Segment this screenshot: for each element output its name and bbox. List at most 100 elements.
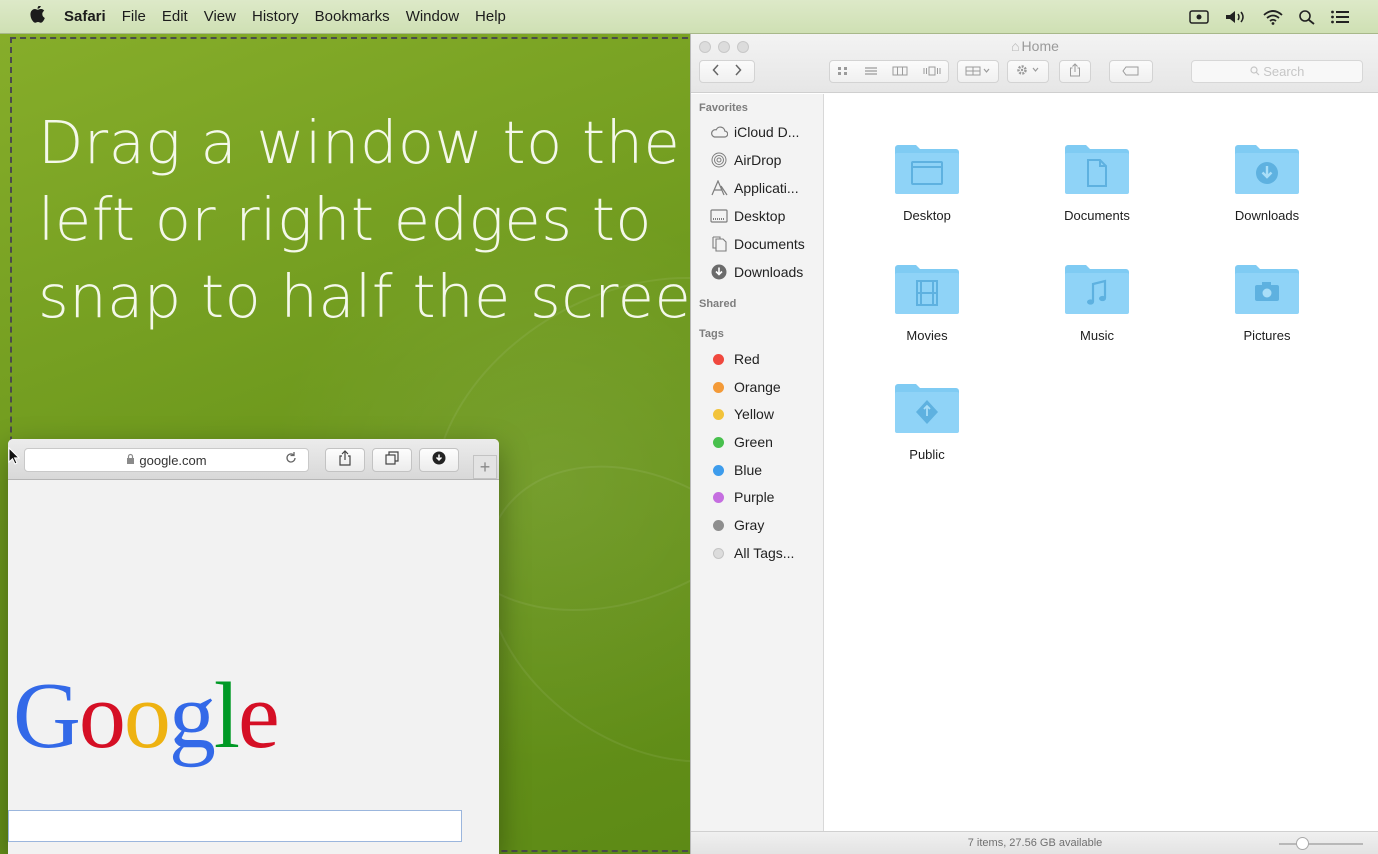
folder-icon (1065, 265, 1129, 314)
safari-window[interactable]: google.com + Google (8, 439, 499, 854)
cover-flow-icon[interactable] (923, 64, 941, 79)
sidebar-item-label: Green (734, 434, 773, 450)
list-view-icon[interactable] (864, 64, 878, 79)
sidebar-tag-green[interactable]: Green (709, 434, 773, 450)
menu-file[interactable]: File (122, 8, 146, 25)
sidebar-item-downloads[interactable]: Downloads (709, 264, 803, 280)
finder-titlebar[interactable]: ⌂ Home Search (691, 34, 1378, 93)
share-button[interactable] (325, 448, 365, 472)
gear-icon (1015, 64, 1041, 79)
spotlight-search-icon[interactable] (1298, 9, 1316, 25)
folder-downloads[interactable]: Downloads (1197, 142, 1337, 223)
folder-icon (1065, 145, 1129, 194)
menu-bookmarks[interactable]: Bookmarks (315, 8, 390, 25)
downloads-button[interactable] (419, 448, 459, 472)
search-icon (1249, 64, 1264, 79)
back-icon[interactable] (712, 64, 720, 79)
wifi-icon[interactable] (1262, 9, 1284, 25)
sidebar-item-label: Red (734, 351, 760, 367)
sidebar-item-icloud[interactable]: iCloud D... (709, 124, 799, 140)
cloud-icon (709, 124, 729, 140)
view-mode-buttons[interactable] (829, 60, 949, 83)
sidebar-tag-orange[interactable]: Orange (709, 379, 781, 395)
tag-color-dot (713, 547, 724, 559)
sidebar-tag-gray[interactable]: Gray (709, 517, 764, 533)
google-search-input[interactable] (8, 810, 462, 842)
folder-movies[interactable]: Movies (857, 262, 997, 343)
sidebar-item-label: Yellow (734, 406, 774, 422)
arrange-button[interactable] (957, 60, 999, 83)
search-placeholder: Search (1263, 64, 1305, 79)
sidebar-tag-purple[interactable]: Purple (709, 489, 774, 505)
sidebar-item-label: Blue (734, 462, 763, 478)
finder-share-button[interactable] (1059, 60, 1091, 83)
shared-heading: Shared (699, 298, 737, 310)
tags-heading: Tags (699, 328, 724, 340)
sidebar-item-label: Purple (734, 489, 775, 505)
address-bar[interactable]: google.com (24, 448, 309, 472)
menu-window[interactable]: Window (406, 8, 459, 25)
tag-color-dot (713, 519, 724, 531)
folder-pictures[interactable]: Pictures (1197, 262, 1337, 343)
reload-icon[interactable] (284, 451, 298, 469)
folder-label: Documents (1064, 208, 1130, 223)
menu-help[interactable]: Help (475, 8, 506, 25)
sidebar-tag-blue[interactable]: Blue (709, 462, 762, 478)
folder-public[interactable]: Public (857, 381, 997, 462)
sidebar-item-label: Desktop (734, 208, 786, 224)
sidebar-tag-yellow[interactable]: Yellow (709, 406, 774, 422)
address-text: google.com (139, 452, 207, 468)
sidebar-tag-all[interactable]: All Tags... (709, 545, 794, 561)
folder-icon (895, 265, 959, 314)
folder-label: Movies (906, 328, 948, 343)
folder-documents[interactable]: Documents (1027, 142, 1167, 223)
screen-mirroring-icon[interactable] (1188, 9, 1210, 25)
apple-menu-icon[interactable] (30, 4, 58, 28)
back-forward-buttons[interactable] (699, 60, 755, 83)
new-tab-button[interactable]: + (473, 455, 497, 479)
folder-icon (895, 384, 959, 433)
folder-desktop[interactable]: Desktop (857, 142, 997, 223)
safari-toolbar[interactable]: google.com + (8, 439, 499, 480)
tag-color-dot (713, 408, 724, 420)
sidebar-item-label: AirDrop (734, 152, 782, 168)
folder-icon (895, 145, 959, 194)
icon-view-icon[interactable] (837, 64, 849, 79)
airdrop-icon (709, 152, 729, 168)
menu-edit[interactable]: Edit (162, 8, 188, 25)
sidebar-tag-red[interactable]: Red (709, 351, 760, 367)
show-tabs-button[interactable] (372, 448, 412, 472)
icon-size-slider-track[interactable] (1279, 843, 1363, 845)
tag-color-dot (713, 436, 724, 448)
edit-tags-button[interactable] (1109, 60, 1153, 83)
column-view-icon[interactable] (892, 64, 908, 79)
menu-view[interactable]: View (204, 8, 236, 25)
lock-icon (126, 453, 135, 467)
notification-center-icon[interactable] (1330, 9, 1350, 25)
sidebar-item-label: Applicati... (734, 180, 799, 196)
sidebar-item-label: iCloud D... (734, 124, 800, 140)
sidebar-item-label: Downloads (734, 264, 804, 280)
documents-icon (709, 236, 729, 252)
menu-app-name[interactable]: Safari (64, 8, 106, 25)
mouse-pointer-icon (8, 446, 21, 470)
forward-icon[interactable] (734, 64, 742, 79)
finder-search-input[interactable]: Search (1191, 60, 1363, 83)
sidebar-item-airdrop[interactable]: AirDrop (709, 152, 781, 168)
folder-music[interactable]: Music (1027, 262, 1167, 343)
share-icon (338, 449, 352, 471)
sidebar-item-desktop[interactable]: Desktop (709, 208, 785, 224)
logo-letter: e (238, 664, 280, 768)
window-title: ⌂ Home (691, 38, 1378, 54)
sidebar-item-label: Gray (734, 517, 765, 533)
action-button[interactable] (1007, 60, 1049, 83)
volume-icon[interactable] (1224, 9, 1248, 25)
icon-size-slider-knob[interactable] (1296, 837, 1309, 850)
sidebar-item-applications[interactable]: Applicati... (709, 180, 799, 196)
sidebar-item-label: All Tags... (734, 545, 795, 561)
finder-window[interactable]: ⌂ Home Search Favorites iCloud D... AirD… (690, 34, 1378, 854)
menu-history[interactable]: History (252, 8, 299, 25)
tag-color-dot (713, 353, 724, 365)
sidebar-item-documents[interactable]: Documents (709, 236, 805, 252)
window-title-text: Home (1021, 38, 1059, 54)
